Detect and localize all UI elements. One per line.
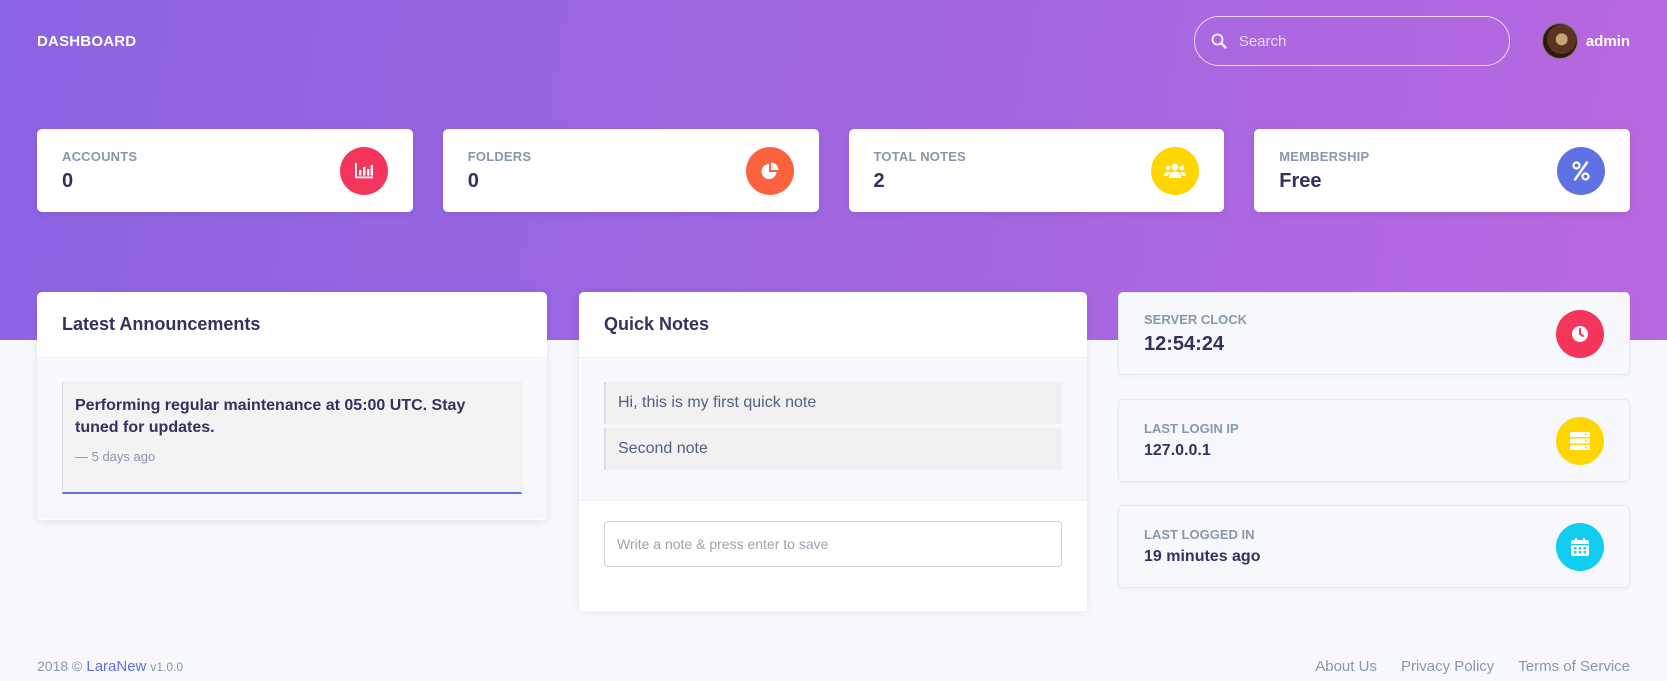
stat-card-folders: FOLDERS 0 xyxy=(442,129,819,212)
note-input-area xyxy=(579,500,1087,611)
user-menu[interactable]: admin xyxy=(1541,23,1630,59)
brand-link[interactable]: LaraNew xyxy=(86,658,146,675)
percent-icon xyxy=(1557,146,1605,195)
announcement-item: Performing regular maintenance at 05:00 … xyxy=(62,382,522,494)
side-label: LAST LOGIN IP xyxy=(1144,421,1239,436)
note-item[interactable]: Second note xyxy=(604,428,1062,470)
announcement-time: — 5 days ago xyxy=(75,449,156,464)
stat-card-membership: MEMBERSHIP Free xyxy=(1254,129,1630,212)
user-name[interactable]: admin xyxy=(1586,33,1630,50)
copyright-text: 2018 © xyxy=(37,657,83,674)
side-label: LAST LOGGED IN xyxy=(1144,527,1255,542)
server-clock-card: SERVER CLOCK 12:54:24 xyxy=(1118,292,1630,375)
stat-label: MEMBERSHIP xyxy=(1279,148,1370,164)
stat-card-total-notes: TOTAL NOTES 2 xyxy=(848,129,1225,212)
announcements-title: Latest Announcements xyxy=(37,292,547,358)
brand-title[interactable]: DASHBOARD xyxy=(37,33,136,50)
terms-of-service-link[interactable]: Terms of Service xyxy=(1518,658,1630,675)
stat-card-accounts: ACCOUNTS 0 xyxy=(37,129,413,212)
stats-row: ACCOUNTS 0 FOLDERS 0 TOTAL NOTES 2 MEMBE… xyxy=(37,129,1630,212)
last-login-ip-value: 127.0.0.1 xyxy=(1144,442,1211,459)
last-logged-in-card: LAST LOGGED IN 19 minutes ago xyxy=(1118,505,1630,588)
quick-notes-list: Hi, this is my first quick note Second n… xyxy=(579,358,1087,500)
about-us-link[interactable]: About Us xyxy=(1315,658,1377,675)
users-icon xyxy=(1151,146,1200,195)
note-item[interactable]: Hi, this is my first quick note xyxy=(604,382,1062,424)
server-icon xyxy=(1556,416,1604,465)
announcements-body: Performing regular maintenance at 05:00 … xyxy=(37,358,547,519)
note-input[interactable] xyxy=(604,521,1062,567)
footer: 2018 © LaraNew v1.0.0 About Us Privacy P… xyxy=(37,654,1630,678)
search-icon xyxy=(1211,33,1227,49)
last-login-ip-card: LAST LOGIN IP 127.0.0.1 xyxy=(1118,399,1630,482)
quick-notes-panel: Quick Notes Hi, this is my first quick n… xyxy=(579,292,1087,611)
server-clock-value: 12:54:24 xyxy=(1144,332,1225,355)
stat-label: ACCOUNTS xyxy=(62,148,138,164)
version-text: v1.0.0 xyxy=(150,659,184,674)
stat-value: 0 xyxy=(467,169,479,192)
calendar-icon xyxy=(1556,522,1604,571)
stat-label: TOTAL NOTES xyxy=(873,148,966,164)
bar-chart-icon xyxy=(339,146,388,195)
pie-chart-icon xyxy=(745,146,794,195)
privacy-policy-link[interactable]: Privacy Policy xyxy=(1401,658,1494,675)
announcements-panel: Latest Announcements Performing regular … xyxy=(37,292,547,520)
quick-notes-title: Quick Notes xyxy=(579,292,1087,358)
stat-value: Free xyxy=(1279,169,1322,192)
search-box[interactable] xyxy=(1193,16,1510,66)
clock-icon xyxy=(1556,309,1604,358)
stat-label: FOLDERS xyxy=(467,148,532,164)
top-navbar: DASHBOARD admin xyxy=(37,16,1630,66)
stat-value: 0 xyxy=(62,169,74,192)
announcement-text: Performing regular maintenance at 05:00 … xyxy=(75,397,466,436)
last-logged-in-value: 19 minutes ago xyxy=(1144,548,1261,565)
avatar[interactable] xyxy=(1541,23,1578,59)
stat-value: 2 xyxy=(873,169,885,192)
side-label: SERVER CLOCK xyxy=(1144,311,1248,327)
search-input[interactable] xyxy=(1238,32,1479,50)
